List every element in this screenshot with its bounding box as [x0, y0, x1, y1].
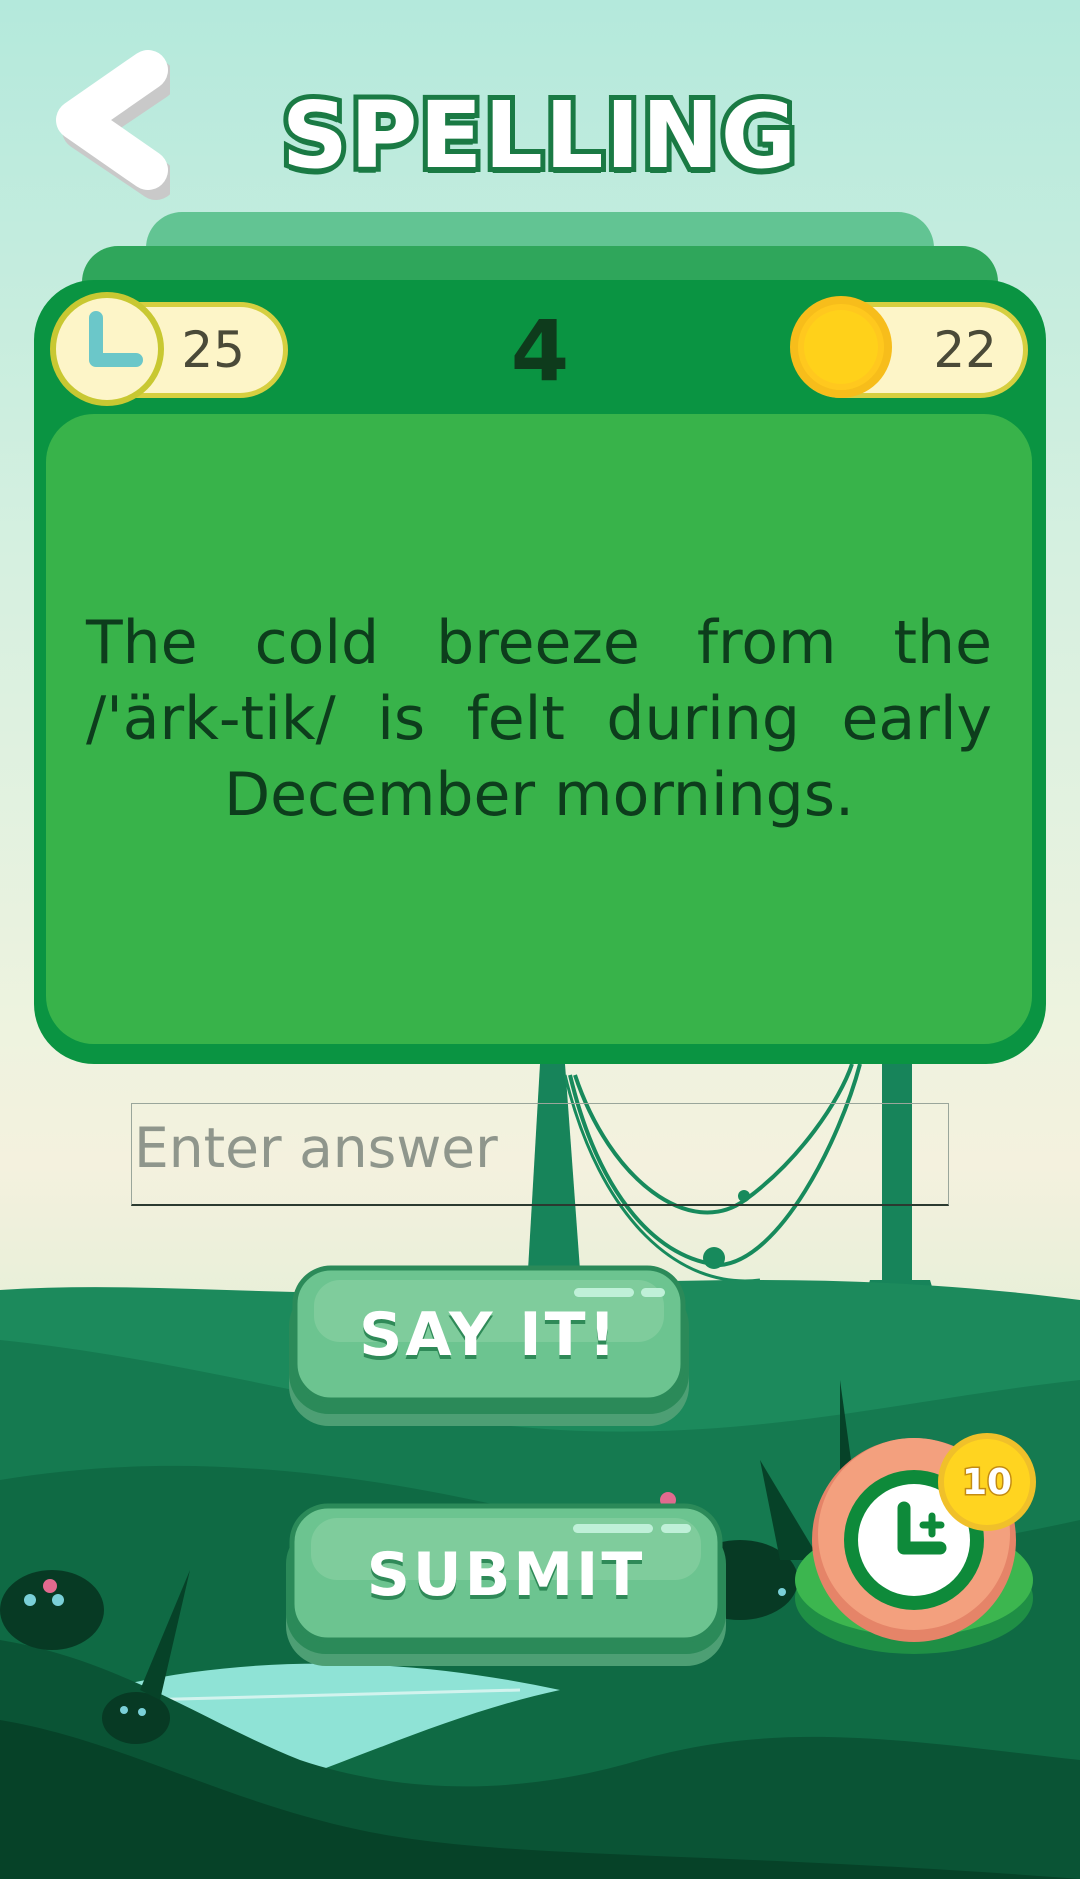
- page-title: SPELLING: [277, 77, 802, 194]
- coin-icon: [790, 296, 892, 398]
- answer-field[interactable]: [131, 1103, 949, 1206]
- answer-input[interactable]: [132, 1104, 948, 1204]
- chevron-left-icon: [56, 50, 176, 200]
- bonus-time-badge: 10: [938, 1433, 1036, 1531]
- clock-icon: [50, 292, 164, 406]
- question-prompt: The cold breeze from the /'ärk-tik/ is f…: [86, 608, 992, 830]
- question-number: 4: [510, 302, 570, 400]
- submit-label: SUBMIT: [366, 1540, 646, 1610]
- submit-button[interactable]: SUBMIT: [283, 1502, 729, 1672]
- back-button[interactable]: [40, 50, 176, 200]
- say-it-label: SAY IT!: [359, 1300, 619, 1370]
- coin-count: 22: [933, 321, 997, 379]
- timer-value: 25: [181, 321, 245, 379]
- say-it-button[interactable]: SAY IT!: [286, 1264, 692, 1434]
